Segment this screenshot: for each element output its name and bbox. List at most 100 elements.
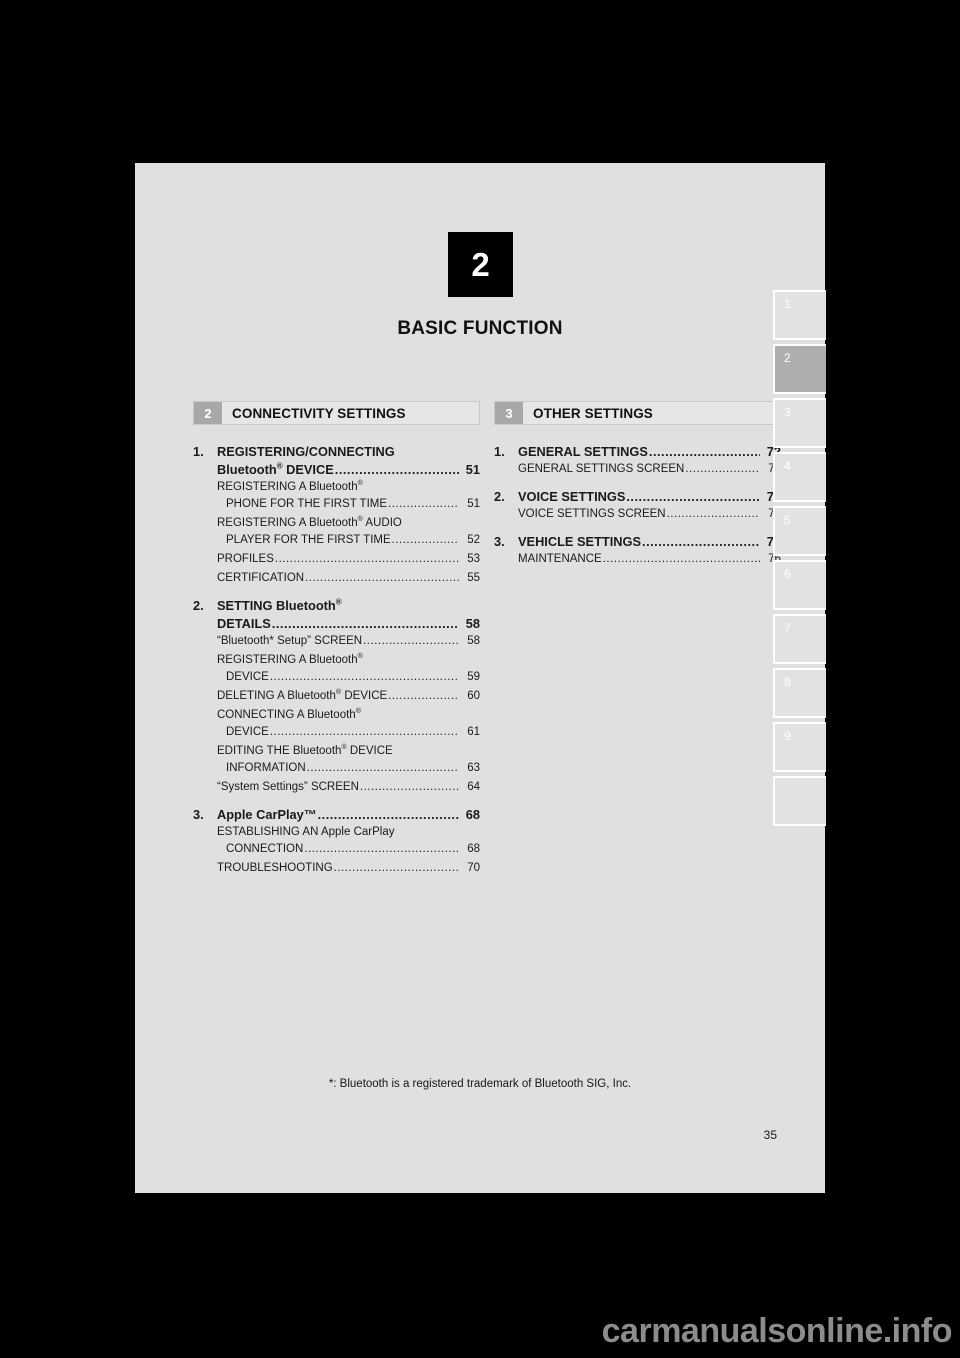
chapter-number: 2 [471, 246, 490, 283]
toc-entry-index: 1. [494, 444, 505, 459]
dot-leader [318, 806, 459, 824]
toc-subentry-line: CONNECTING A Bluetooth® [193, 707, 480, 724]
watermark: carmanualsonline.info [601, 1312, 953, 1350]
toc-subentry-line: REGISTERING A Bluetooth® [193, 479, 480, 496]
toc-subentry-label: “System Settings” SCREEN [217, 781, 359, 793]
toc-subentry-label: REGISTERING A Bluetooth® AUDIO [217, 515, 402, 529]
chapter-tab-3[interactable]: 3 [773, 398, 826, 448]
toc-subentry-page: 70 [467, 862, 480, 874]
toc-subentry-label: PHONE FOR THE FIRST TIME [226, 498, 388, 510]
toc-subentry[interactable]: VOICE SETTINGS SCREEN75 [494, 506, 781, 523]
toc-subentry-label: EDITING THE Bluetooth® DEVICE [217, 743, 393, 757]
chapter-tab-8[interactable]: 8 [773, 668, 826, 718]
toc-entry[interactable]: 3.Apple CarPlay™68ESTABLISHING AN Apple … [193, 806, 480, 877]
toc-subentry-line: GENERAL SETTINGS SCREEN72 [494, 461, 781, 478]
toc-column-left: 2 CONNECTIVITY SETTINGS 1. REGISTERING/CONN… [193, 401, 480, 881]
toc-subentry[interactable]: EDITING THE Bluetooth® DEVICE INFORMATION… [193, 743, 480, 777]
toc-subentry[interactable]: ESTABLISHING AN Apple CarPlay CONNECTION 6… [193, 824, 480, 858]
dot-leader [392, 532, 459, 549]
toc-subentry[interactable]: GENERAL SETTINGS SCREEN72 [494, 461, 781, 478]
dot-leader [360, 779, 459, 796]
toc-subentry-page: 68 [467, 843, 480, 855]
toc-subentry-line: “Bluetooth* Setup” SCREEN 58 [193, 633, 480, 650]
chapter-tab-1[interactable]: 1 [773, 290, 826, 340]
toc-entry[interactable]: 1. REGISTERING/CONNECTING Bluetooth® DEVIC… [193, 443, 480, 587]
toc-subentry-label: REGISTERING A Bluetooth® [217, 479, 363, 493]
toc-subentry[interactable]: TROUBLESHOOTING 70 [193, 860, 480, 877]
chapter-tab-9[interactable]: 9 [773, 722, 826, 772]
chapter-tab-6[interactable]: 6 [773, 560, 826, 610]
toc-subentry-label: PROFILES [217, 553, 274, 565]
toc-entry-page: 51 [465, 462, 480, 477]
toc-subentry-page: 58 [467, 635, 480, 647]
toc-entry-label: SETTING Bluetooth® [217, 597, 342, 613]
dot-leader [388, 496, 459, 513]
toc-entry[interactable]: 1.GENERAL SETTINGS72GENERAL SETTINGS SCR… [494, 443, 781, 478]
toc-subentry[interactable]: REGISTERING A Bluetooth® AUDIO PLAYER FOR… [193, 515, 480, 549]
toc-entry-line: 3.VEHICLE SETTINGS76 [494, 533, 781, 551]
toc-subentry-label: REGISTERING A Bluetooth® [217, 652, 363, 666]
toc-subentry-label: DEVICE [226, 671, 269, 683]
toc-subentry-page: 51 [467, 498, 480, 510]
chapter-tab-4[interactable]: 4 [773, 452, 826, 502]
toc-entry-label: Apple CarPlay™ [217, 807, 317, 822]
dot-leader [305, 570, 459, 587]
toc-subentry[interactable]: DELETING A Bluetooth® DEVICE 60 [193, 688, 480, 705]
toc-subentry-line: CONNECTION 68 [193, 841, 480, 858]
toc-subentry[interactable]: MAINTENANCE76 [494, 551, 781, 568]
toc-subentry[interactable]: CERTIFICATION 55 [193, 570, 480, 587]
toc-column-right: 3OTHER SETTINGS1.GENERAL SETTINGS72GENER… [494, 401, 781, 881]
toc-subentry-line: VOICE SETTINGS SCREEN75 [494, 506, 781, 523]
dot-leader [334, 860, 459, 877]
toc-subentry[interactable]: “Bluetooth* Setup” SCREEN 58 [193, 633, 480, 650]
dot-leader [685, 461, 760, 478]
toc-entry-label: GENERAL SETTINGS [518, 444, 648, 459]
toc-subentry-line: DEVICE 61 [193, 724, 480, 741]
footnote: *: Bluetooth is a registered trademark o… [328, 1078, 632, 1090]
toc-subentry-label: INFORMATION [226, 762, 306, 774]
toc-subentry[interactable]: “System Settings” SCREEN 64 [193, 779, 480, 796]
toc-subentry[interactable]: CONNECTING A Bluetooth® DEVICE 61 [193, 707, 480, 741]
toc-entry-index: 2. [494, 489, 505, 504]
toc-entry-label: VOICE SETTINGS [518, 489, 626, 504]
chapter-tab-5[interactable]: 5 [773, 506, 826, 556]
toc-entry[interactable]: 2.VOICE SETTINGS75VOICE SETTINGS SCREEN7… [494, 488, 781, 523]
toc-entry-label: DETAILS [217, 616, 271, 631]
toc-subentry-label: PLAYER FOR THE FIRST TIME [226, 534, 391, 546]
dot-leader [307, 760, 459, 777]
toc-subentry-line: PHONE FOR THE FIRST TIME 51 [193, 496, 480, 513]
registered-trademark-icon: ® [335, 688, 342, 697]
dot-leader [272, 615, 459, 633]
toc-subentry-page: 63 [467, 762, 480, 774]
toc-subentry-line: PROFILES 53 [193, 551, 480, 568]
chapter-number-badge: 2 [448, 232, 513, 297]
dot-leader [667, 506, 760, 523]
toc-subentry-page: 59 [467, 671, 480, 683]
toc-subentry-line: TROUBLESHOOTING 70 [193, 860, 480, 877]
toc-subentry-label: ESTABLISHING AN Apple CarPlay [217, 826, 395, 838]
toc-subentry-line: PLAYER FOR THE FIRST TIME 52 [193, 532, 480, 549]
chapter-tab-7[interactable]: 7 [773, 614, 826, 664]
toc-entry[interactable]: 2.SETTING Bluetooth®DETAILS58“Bluetooth*… [193, 597, 480, 796]
toc-entry-line: 3. Apple CarPlay™ 68 [193, 806, 480, 824]
toc-subentry-page: 52 [467, 534, 480, 546]
toc-subentry-label: DELETING A Bluetooth® DEVICE [217, 688, 388, 702]
chapter-tab-2[interactable]: 2 [773, 344, 826, 394]
toc-entry[interactable]: 3.VEHICLE SETTINGS76MAINTENANCE76 [494, 533, 781, 568]
toc-entry-line: 1. REGISTERING/CONNECTING [193, 443, 480, 461]
toc-entry-line: DETAILS 58 [193, 615, 480, 633]
toc-subentry-label: GENERAL SETTINGS SCREEN [518, 463, 685, 475]
chapter-tab-blank[interactable] [773, 776, 826, 826]
toc-entry-index: 3. [193, 807, 204, 822]
toc-subentry-label: CONNECTING A Bluetooth® [217, 707, 361, 721]
toc-subentry-page: 61 [467, 726, 480, 738]
toc-entry-line: 2. SETTING Bluetooth® [193, 597, 480, 615]
toc-section-number: 2 [194, 402, 222, 424]
toc-subentry[interactable]: REGISTERING A Bluetooth® DEVICE 59 [193, 652, 480, 686]
toc-subentry-label: DEVICE [226, 726, 269, 738]
manual-page: 2 BASIC FUNCTION 2 CONNECTIVITY SETTINGS 1… [135, 163, 825, 1193]
dot-leader [335, 461, 459, 479]
toc-subentry[interactable]: PROFILES 53 [193, 551, 480, 568]
toc-subentry-line: ESTABLISHING AN Apple CarPlay [193, 824, 480, 841]
toc-subentry[interactable]: REGISTERING A Bluetooth® PHONE FOR THE FI… [193, 479, 480, 513]
